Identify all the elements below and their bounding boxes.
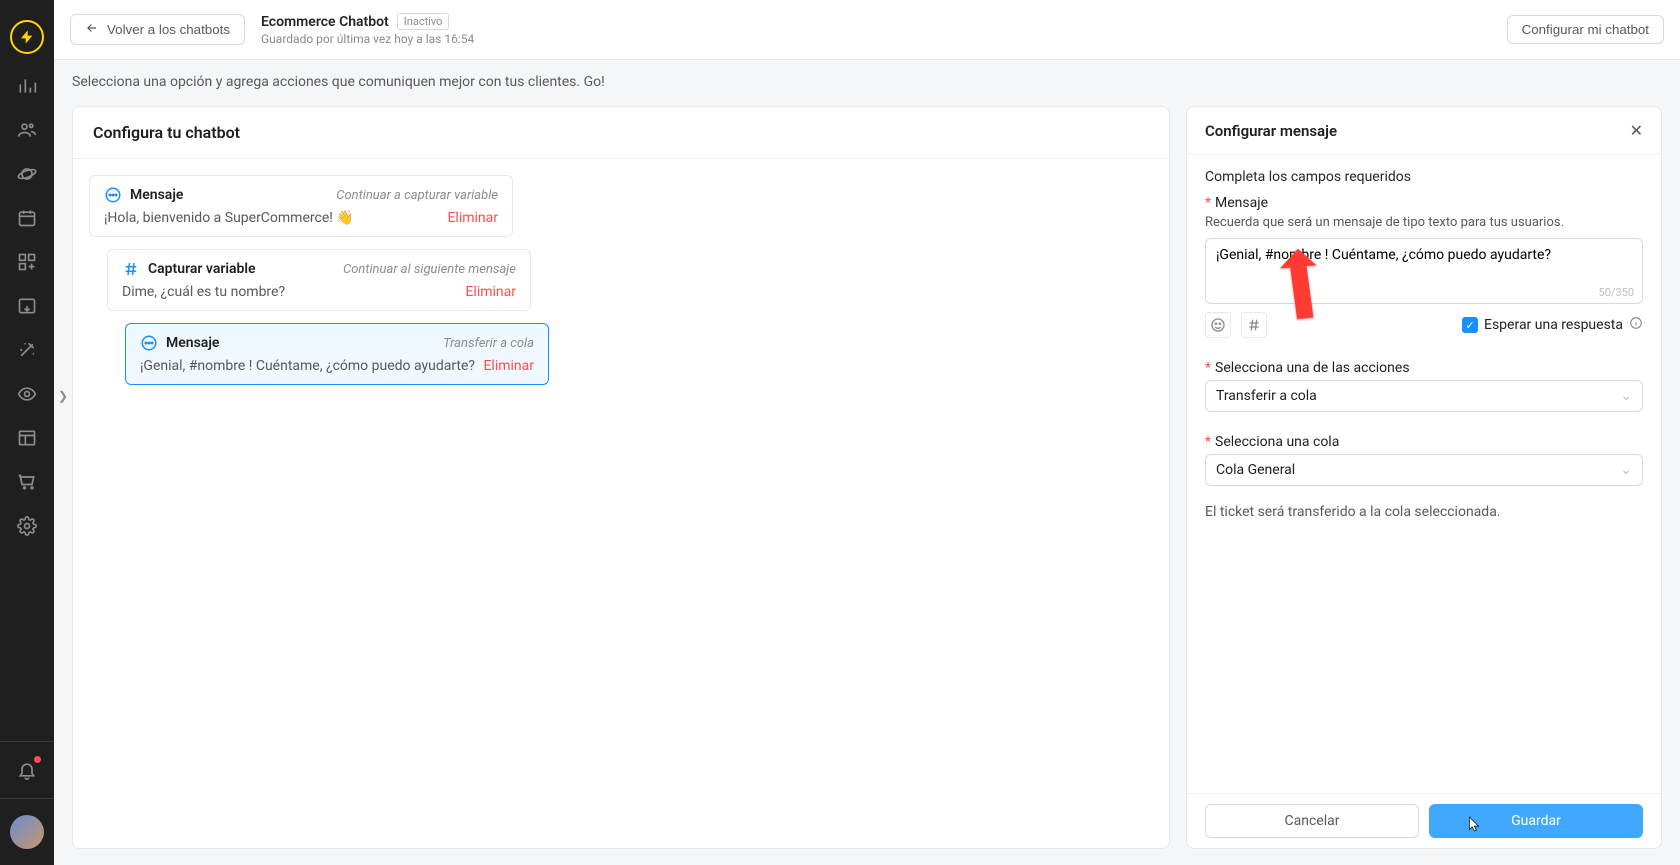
arrow-left-icon xyxy=(85,21,99,38)
back-button[interactable]: Volver a los chatbots xyxy=(70,14,245,45)
page-title: Ecommerce Chatbot xyxy=(261,14,389,30)
queue-label: *Selecciona una cola xyxy=(1205,434,1643,450)
action-value: Transferir a cola xyxy=(1216,388,1317,404)
save-label: Guardar xyxy=(1511,813,1561,829)
flow-card-title: Configura tu chatbot xyxy=(73,107,1169,159)
gear-icon[interactable] xyxy=(15,514,39,538)
sidebar xyxy=(0,0,54,865)
node-delete-link[interactable]: Eliminar xyxy=(447,210,498,226)
node-action: Continuar al siguiente mensaje xyxy=(343,262,516,277)
node-type: Capturar variable xyxy=(148,261,256,277)
cancel-button[interactable]: Cancelar xyxy=(1205,804,1419,838)
node-action: Transferir a cola xyxy=(443,336,534,351)
flow-node-message-selected[interactable]: Mensaje Transferir a cola ¡Genial, #nomb… xyxy=(125,323,549,385)
message-icon xyxy=(140,334,158,352)
wait-response-label: Esperar una respuesta xyxy=(1484,317,1623,333)
planet-icon[interactable] xyxy=(15,162,39,186)
queue-value: Cola General xyxy=(1216,462,1295,478)
node-type: Mensaje xyxy=(130,187,183,203)
magic-icon[interactable] xyxy=(15,338,39,362)
chevron-down-icon: ⌄ xyxy=(1620,388,1632,404)
node-delete-link[interactable]: Eliminar xyxy=(465,284,516,300)
cart-icon[interactable] xyxy=(15,470,39,494)
avatar[interactable] xyxy=(10,815,44,849)
flow-area: Mensaje Continuar a capturar variable ¡H… xyxy=(73,159,1169,413)
back-label: Volver a los chatbots xyxy=(107,22,230,37)
users-icon[interactable] xyxy=(15,118,39,142)
action-select[interactable]: Transferir a cola ⌄ xyxy=(1205,380,1643,412)
panel-title: Configurar mensaje xyxy=(1205,122,1337,140)
queue-select[interactable]: Cola General ⌄ xyxy=(1205,454,1643,486)
node-text: Dime, ¿cuál es tu nombre? xyxy=(122,284,285,300)
config-panel: Configurar mensaje ✕ Completa los campos… xyxy=(1186,106,1662,849)
main: Volver a los chatbots Ecommerce Chatbot … xyxy=(54,0,1680,865)
save-button[interactable]: Guardar xyxy=(1429,804,1643,838)
required-note: Completa los campos requeridos xyxy=(1205,169,1643,185)
message-textarea[interactable] xyxy=(1216,247,1632,291)
notification-dot xyxy=(34,756,41,763)
logo-bolt-icon[interactable] xyxy=(10,20,44,54)
chevron-down-icon: ⌄ xyxy=(1620,462,1632,478)
node-type: Mensaje xyxy=(166,335,219,351)
configure-chatbot-button[interactable]: Configurar mi chatbot xyxy=(1507,15,1664,44)
status-badge: Inactivo xyxy=(397,13,450,30)
wait-response-checkbox[interactable]: ✓ xyxy=(1462,317,1478,333)
flow-card: Configura tu chatbot Mensaje Continuar a… xyxy=(72,106,1170,849)
close-icon[interactable]: ✕ xyxy=(1630,121,1643,140)
char-counter: 50/350 xyxy=(1599,286,1634,299)
title-block: Ecommerce Chatbot Inactivo Guardado por … xyxy=(261,13,474,46)
message-icon xyxy=(104,186,122,204)
calendar-icon[interactable] xyxy=(15,206,39,230)
transfer-note: El ticket será transferido a la cola sel… xyxy=(1205,504,1643,520)
message-textarea-wrap: 50/350 xyxy=(1205,238,1643,304)
archive-icon[interactable] xyxy=(15,294,39,318)
saved-subtitle: Guardado por última vez hoy a las 16:54 xyxy=(261,32,474,46)
node-text: ¡Hola, bienvenido a SuperCommerce! 👋 xyxy=(104,210,354,226)
hash-icon xyxy=(122,260,140,278)
node-action: Continuar a capturar variable xyxy=(336,188,498,203)
bell-icon[interactable] xyxy=(15,758,39,782)
variable-hash-icon[interactable] xyxy=(1241,312,1267,338)
emoji-icon[interactable] xyxy=(1205,312,1231,338)
node-text: ¡Genial, #nombre ! Cuéntame, ¿cómo puedo… xyxy=(140,358,475,374)
instruction-text: Selecciona una opción y agrega acciones … xyxy=(54,60,1680,90)
topbar: Volver a los chatbots Ecommerce Chatbot … xyxy=(54,0,1680,60)
flow-node-message[interactable]: Mensaje Continuar a capturar variable ¡H… xyxy=(89,175,513,237)
flow-node-capture[interactable]: Capturar variable Continuar al siguiente… xyxy=(107,249,531,311)
apps-icon[interactable] xyxy=(15,250,39,274)
collapse-chevron-icon[interactable]: ❯ xyxy=(54,385,72,407)
action-label: *Selecciona una de las acciones xyxy=(1205,360,1643,376)
analytics-icon[interactable] xyxy=(15,74,39,98)
cursor-icon xyxy=(1468,815,1482,833)
eye-icon[interactable] xyxy=(15,382,39,406)
message-help: Recuerda que será un mensaje de tipo tex… xyxy=(1205,215,1643,230)
message-label: *Mensaje xyxy=(1205,195,1643,211)
layout-icon[interactable] xyxy=(15,426,39,450)
info-icon[interactable] xyxy=(1629,316,1643,334)
node-delete-link[interactable]: Eliminar xyxy=(483,358,534,374)
